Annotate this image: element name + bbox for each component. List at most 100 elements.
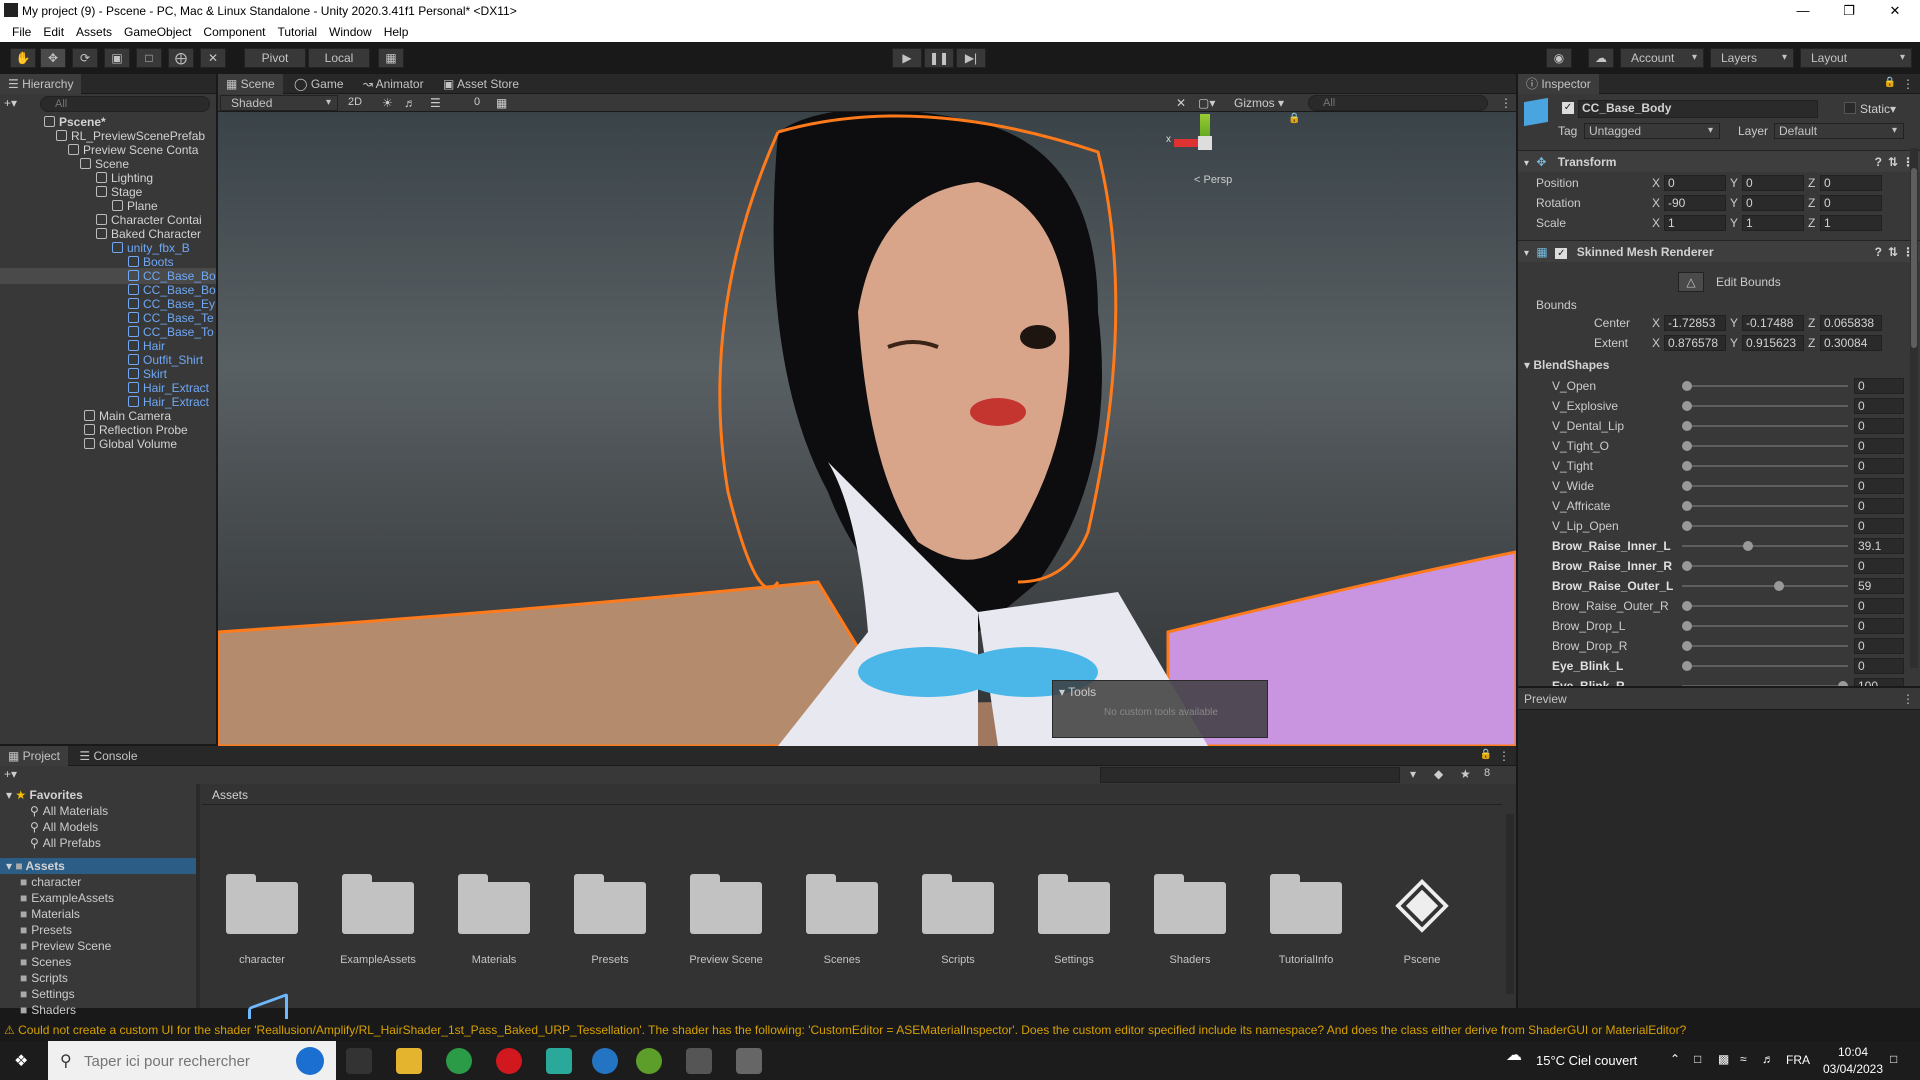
tree-scrollbar[interactable]: [196, 784, 200, 1008]
project-menu-icon[interactable]: ⋮: [1498, 749, 1510, 763]
tab-inspector[interactable]: ⓘ Inspector: [1518, 74, 1599, 94]
blendshape-value-field[interactable]: 0: [1854, 518, 1904, 534]
slider-knob[interactable]: [1682, 521, 1692, 531]
asset-folder-item[interactable]: ■ Materials: [20, 907, 80, 921]
blendshape-value-field[interactable]: 0: [1854, 618, 1904, 634]
asset-label[interactable]: Settings: [1019, 954, 1129, 966]
static-checkbox[interactable]: [1844, 102, 1856, 114]
add-object-icon[interactable]: +▾: [4, 96, 28, 112]
transform-y-field[interactable]: 0: [1742, 195, 1804, 211]
blendshape-slider[interactable]: [1682, 661, 1848, 671]
effects-toggle-icon[interactable]: ☰: [430, 96, 441, 110]
menu-gameobject[interactable]: GameObject: [118, 22, 197, 42]
maya-icon[interactable]: [546, 1048, 572, 1074]
blendshape-slider[interactable]: [1682, 561, 1848, 571]
unity-editor-icon[interactable]: [736, 1048, 762, 1074]
asset-label[interactable]: Scripts: [903, 954, 1013, 966]
edit-bounds-label[interactable]: Edit Bounds: [1716, 275, 1781, 289]
transform-header[interactable]: ▾ ✥ Transform ? ⇅ ⋮: [1518, 150, 1920, 172]
blendshape-value-field[interactable]: 59: [1854, 578, 1904, 594]
slider-knob[interactable]: [1682, 381, 1692, 391]
slider-knob[interactable]: [1682, 441, 1692, 451]
persp-label[interactable]: < Persp: [1194, 174, 1232, 186]
blendshapes-header[interactable]: ▾ BlendShapes: [1524, 358, 1609, 372]
tab-project[interactable]: ▦ Project: [0, 746, 69, 766]
input-language[interactable]: FRA: [1786, 1053, 1810, 1067]
blendshape-value-field[interactable]: 0: [1854, 478, 1904, 494]
blendshape-slider[interactable]: [1682, 401, 1848, 411]
blendshape-value-field[interactable]: 0: [1854, 658, 1904, 674]
account-dropdown[interactable]: Account: [1620, 48, 1704, 68]
blendshape-slider[interactable]: [1682, 681, 1848, 686]
slider-knob[interactable]: [1682, 421, 1692, 431]
help-icon[interactable]: ?: [1875, 151, 1882, 173]
cc-app-icon[interactable]: [592, 1048, 618, 1074]
transform-x-field[interactable]: 1: [1664, 215, 1726, 231]
tab-hierarchy[interactable]: ☰ Hierarchy: [0, 74, 82, 94]
preview-menu-icon[interactable]: ⋮: [1902, 688, 1914, 710]
scene-viewport[interactable]: x y < Persp 🔒 ▾ Tools No custom tools av…: [218, 112, 1516, 746]
tab-scene[interactable]: ▦ Scene: [218, 74, 283, 94]
transform-y-field[interactable]: 0: [1742, 175, 1804, 191]
folder-icon[interactable]: [1154, 874, 1226, 934]
iclone-icon[interactable]: [636, 1048, 662, 1074]
asset-label[interactable]: Shaders: [1135, 954, 1245, 966]
hierarchy-search-input[interactable]: [40, 96, 210, 112]
slider-knob[interactable]: [1742, 541, 1753, 551]
layer-dropdown[interactable]: Default: [1774, 123, 1904, 139]
asset-label[interactable]: Pscene: [1367, 954, 1477, 966]
blendshape-value-field[interactable]: 0: [1854, 598, 1904, 614]
assets-breadcrumb[interactable]: Assets: [212, 788, 248, 802]
presets-icon[interactable]: ⇅: [1888, 151, 1898, 173]
tray-app-icon[interactable]: □: [1694, 1052, 1701, 1066]
move-tool-icon[interactable]: ✥: [40, 48, 66, 68]
slider-knob[interactable]: [1682, 621, 1692, 631]
slider-knob[interactable]: [1682, 461, 1692, 471]
hierarchy-item[interactable]: Global Volume: [84, 436, 177, 452]
chrome-icon[interactable]: [446, 1048, 472, 1074]
scale-tool-icon[interactable]: ▣: [104, 48, 130, 68]
task-view-icon[interactable]: [346, 1048, 372, 1074]
tag-dropdown[interactable]: Untagged: [1584, 123, 1720, 139]
tray-chevron-icon[interactable]: ⌃: [1670, 1052, 1680, 1066]
asset-label[interactable]: Materials: [439, 954, 549, 966]
asset-folder-item[interactable]: ■ character: [20, 875, 81, 889]
favorite-item[interactable]: ⚲ All Prefabs: [30, 836, 101, 850]
blendshape-value-field[interactable]: 39.1: [1854, 538, 1904, 554]
smr-help-icon[interactable]: ?: [1875, 241, 1882, 263]
lock-icon[interactable]: 🔒: [1288, 113, 1300, 124]
asset-folder-item[interactable]: ■ Preview Scene: [20, 939, 111, 953]
gizmo-x-axis-icon[interactable]: [1174, 139, 1198, 147]
tab-game[interactable]: ◯ Game: [286, 74, 351, 94]
smr-presets-icon[interactable]: ⇅: [1888, 241, 1898, 263]
slider-knob[interactable]: [1838, 681, 1848, 686]
static-label[interactable]: Static▾: [1860, 102, 1896, 116]
folder-icon[interactable]: [342, 874, 414, 934]
filter-label-icon[interactable]: ◆: [1434, 767, 1443, 781]
transform-z-field[interactable]: 1: [1820, 215, 1882, 231]
assets-tree-header[interactable]: ▾ ■ Assets: [6, 859, 65, 873]
taskbar-search[interactable]: ⚲: [48, 1041, 336, 1080]
taskbar-search-input[interactable]: [84, 1050, 284, 1072]
blendshape-slider[interactable]: [1682, 461, 1848, 471]
bounds-extent-x-field[interactable]: 0.876578: [1664, 335, 1726, 351]
folder-icon[interactable]: [806, 874, 878, 934]
inspector-lock-icon[interactable]: 🔒: [1884, 77, 1896, 88]
menu-assets[interactable]: Assets: [70, 22, 118, 42]
blendshape-slider[interactable]: [1682, 501, 1848, 511]
tools-toggle-icon[interactable]: ✕: [1176, 96, 1186, 110]
object-name-field[interactable]: CC_Base_Body: [1578, 100, 1818, 118]
transform-foldout-icon[interactable]: ▾: [1524, 158, 1529, 169]
custom-tool-icon[interactable]: ✕: [200, 48, 226, 68]
blendshape-value-field[interactable]: 100: [1854, 678, 1904, 686]
folder-icon[interactable]: [574, 874, 646, 934]
folder-icon[interactable]: [1270, 874, 1342, 934]
slider-knob[interactable]: [1682, 561, 1692, 571]
clock-date[interactable]: 03/04/2023: [1818, 1062, 1888, 1076]
weather-text[interactable]: 15°C Ciel couvert: [1536, 1053, 1637, 1068]
tab-animator[interactable]: ↝ Animator: [355, 74, 432, 94]
asset-label[interactable]: Scenes: [787, 954, 897, 966]
grid-scrollbar[interactable]: [1506, 814, 1514, 994]
volume-icon[interactable]: ♬: [1762, 1052, 1774, 1066]
play-icon[interactable]: ▶: [892, 48, 922, 68]
